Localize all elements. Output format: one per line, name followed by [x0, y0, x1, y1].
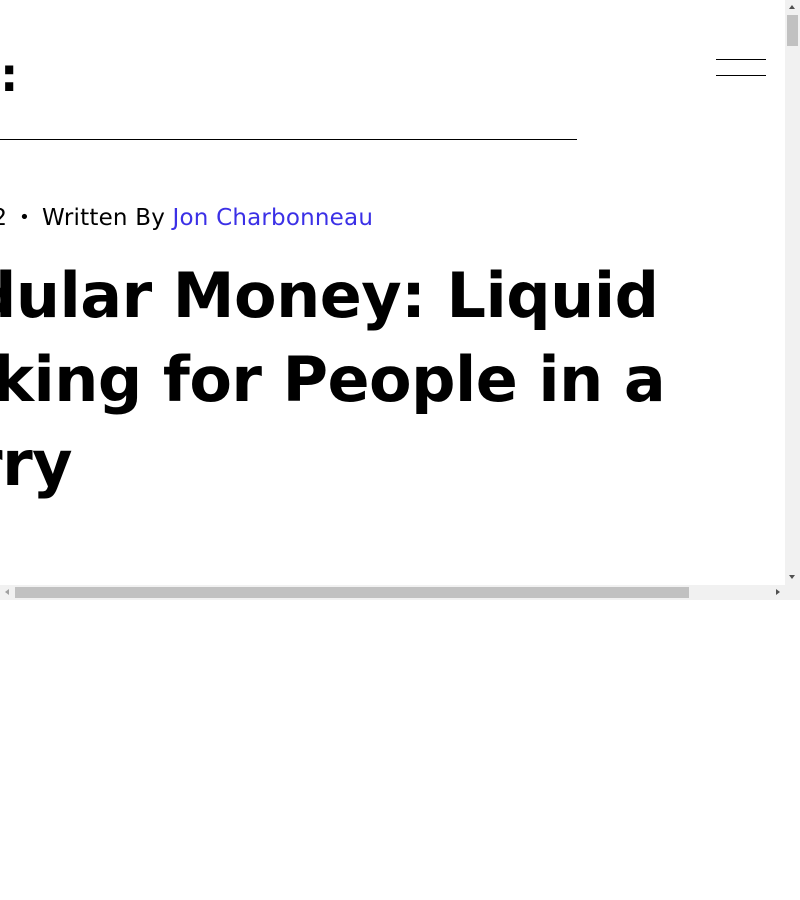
horizontal-scroll-thumb[interactable] [15, 587, 689, 598]
vertical-scrollbar[interactable] [785, 0, 800, 585]
blank-area [0, 600, 800, 900]
menu-line-bottom [716, 75, 766, 76]
byline-separator: • [19, 207, 30, 228]
browser-viewport: : y 2 • Written By Jon Charbonneau dular M… [0, 0, 800, 600]
scroll-up-arrow-icon[interactable] [785, 0, 800, 14]
scroll-right-arrow-icon[interactable] [771, 585, 785, 600]
page-content: : y 2 • Written By Jon Charbonneau dular M… [0, 0, 785, 585]
title-line-2: ıking for People in a [0, 343, 666, 416]
site-logo[interactable]: : [0, 52, 18, 98]
article-date: y 2 [0, 205, 7, 231]
vertical-scroll-thumb[interactable] [787, 15, 798, 46]
menu-line-top [716, 59, 766, 60]
author-link[interactable]: Jon Charbonneau [173, 205, 374, 231]
scrollbar-corner [785, 585, 800, 600]
written-by-label: Written By [41, 205, 166, 231]
scroll-down-arrow-icon[interactable] [785, 571, 800, 585]
header-divider [0, 139, 577, 140]
horizontal-scrollbar[interactable] [0, 585, 785, 600]
scroll-left-arrow-icon[interactable] [0, 585, 14, 600]
article-byline: y 2 • Written By Jon Charbonneau [0, 200, 373, 236]
article-title: dular Money: Liquid ıking for People in … [0, 254, 666, 506]
title-line-1: dular Money: Liquid [0, 259, 659, 332]
title-line-3: rry [0, 427, 73, 500]
menu-button[interactable] [714, 56, 768, 80]
